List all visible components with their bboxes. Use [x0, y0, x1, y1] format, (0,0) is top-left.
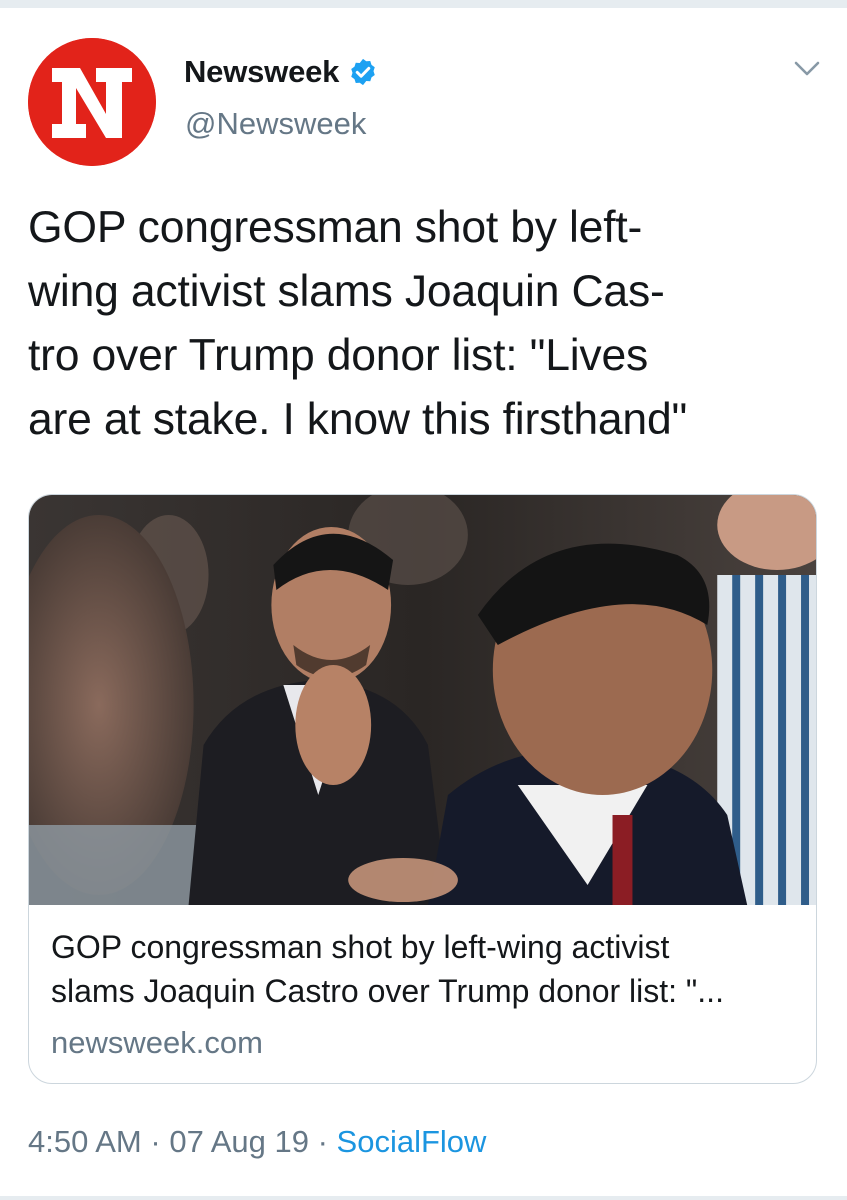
account-name-row[interactable]: Newsweek [184, 54, 378, 90]
newsweek-logo-icon [28, 38, 156, 166]
meta-separator: · [150, 1124, 161, 1159]
chevron-down-icon[interactable] [792, 58, 822, 80]
account-handle[interactable]: @Newsweek [185, 106, 366, 142]
link-preview-card[interactable]: GOP congressman shot by left-wing activi… [28, 494, 817, 1084]
tweet-date[interactable]: 07 Aug 19 [169, 1124, 309, 1159]
tweet-meta: 4:50 AM · 07 Aug 19 · SocialFlow [28, 1124, 486, 1160]
meta-separator: · [317, 1124, 328, 1159]
tweet-time[interactable]: 4:50 AM [28, 1124, 142, 1159]
verified-badge-icon [351, 58, 375, 86]
tweet-text: GOP congressman shot by left- wing activ… [28, 203, 688, 444]
article-photo [29, 495, 816, 905]
avatar[interactable] [28, 38, 156, 166]
card-title: GOP congressman shot by left-wing activi… [51, 929, 724, 1009]
top-divider [0, 0, 847, 8]
tweet-source-link[interactable]: SocialFlow [337, 1124, 487, 1159]
card-domain: newsweek.com [51, 1025, 263, 1060]
bottom-divider [0, 1196, 847, 1200]
display-name[interactable]: Newsweek [184, 54, 339, 90]
